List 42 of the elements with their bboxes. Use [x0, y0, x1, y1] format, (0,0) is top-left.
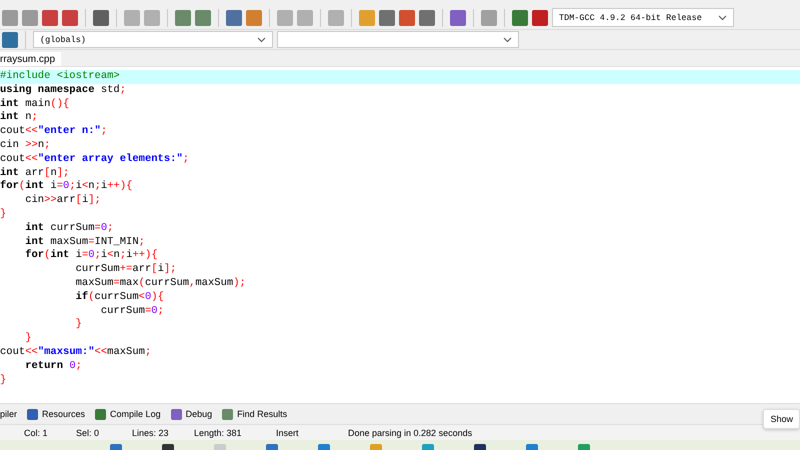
- code-line: currSum=0;: [100, 304, 165, 318]
- caret-icon: [718, 14, 727, 20]
- status-item: Insert: [276, 428, 300, 438]
- panel-tab[interactable]: Resources: [27, 408, 86, 420]
- code-line: if(currSum<0){: [74, 290, 165, 305]
- member-dropdown[interactable]: [277, 31, 519, 48]
- status-item: Col: 1: [24, 428, 49, 438]
- panel-tab[interactable]: Find Results: [222, 408, 288, 420]
- status-item: Done parsing in 0.282 seconds: [348, 428, 474, 438]
- code-line: currSum+=arr[i];: [74, 263, 178, 277]
- caret-icon: [257, 36, 266, 42]
- code-line: for(int i=0;i<n;i++){: [24, 249, 159, 263]
- code-line: int main(){: [0, 98, 70, 111]
- status-item: Lines: 23: [132, 428, 170, 438]
- tooltip: Show: [763, 409, 800, 429]
- code-line: cin>>arr[i];: [24, 194, 102, 208]
- panel-tab[interactable]: Compile Log: [95, 408, 161, 420]
- caret-icon: [503, 36, 512, 42]
- code-line: }: [74, 318, 83, 332]
- code-line: return 0;: [24, 360, 83, 374]
- code-line: }: [0, 208, 8, 222]
- status-item: Length: 381: [194, 428, 243, 438]
- code-line: cout<<"enter array elements:";: [0, 152, 190, 167]
- code-line: maxSum=max(currSum,maxSum);: [74, 276, 247, 291]
- compiler-dropdown[interactable]: TDM-GCC 4.9.2 64-bit Release: [552, 8, 734, 27]
- code-line: int arr[n];: [0, 166, 70, 180]
- file-tab[interactable]: rraysum.cpp: [0, 52, 62, 66]
- code-line: cout<<"enter n:";: [0, 125, 108, 139]
- code-line: }: [24, 332, 33, 346]
- code-line: for(int i=0;i<n;i++){: [0, 180, 134, 194]
- status-item: Sel: 0: [76, 428, 100, 438]
- code-line: cout<<"maxsum:"<<maxSum;: [0, 346, 152, 360]
- code-line: int n;: [0, 111, 39, 126]
- code-line: using namespace std;: [0, 84, 128, 98]
- panel-tab[interactable]: Debug: [170, 408, 212, 420]
- code-editor[interactable]: [0, 66, 800, 403]
- code-line: int currSum=0;: [24, 222, 114, 236]
- code-line: cin >>n;: [0, 138, 52, 153]
- scope-dropdown[interactable]: (globals): [33, 31, 273, 48]
- panel-tab[interactable]: piler: [0, 409, 18, 419]
- code-line: }: [0, 374, 8, 388]
- code-line: int maxSum=INT_MIN;: [24, 236, 146, 249]
